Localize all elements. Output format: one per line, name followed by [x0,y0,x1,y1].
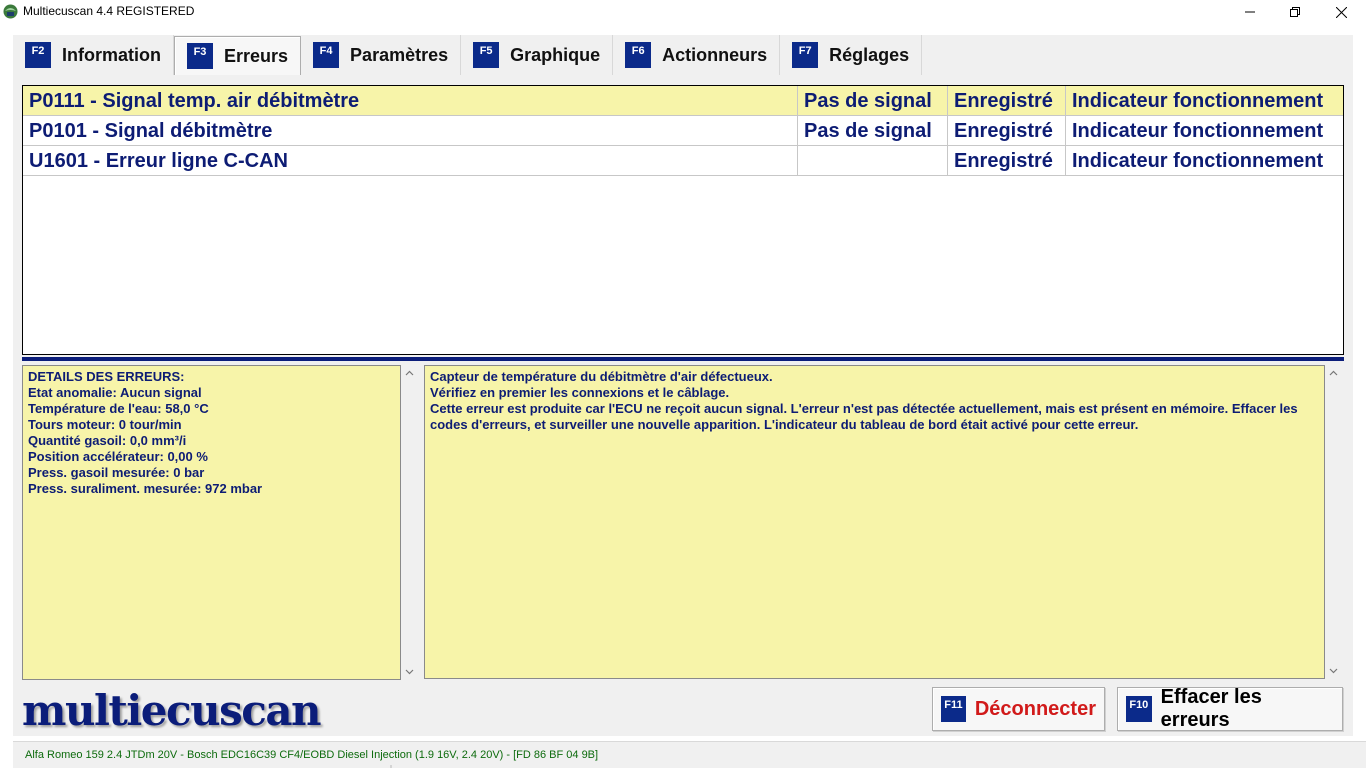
fkey-badge: F6 [625,42,652,68]
fkey-badge: F3 [187,43,213,69]
error-code-cell: U1601 - Erreur ligne C-CAN [23,146,798,176]
details-line: Température de l'eau: 58,0 °C [28,401,209,416]
tab-label: Paramètres [350,44,449,65]
error-signal-cell: Pas de signal [798,86,948,116]
details-heading: DETAILS DES ERREURS: [28,369,185,384]
fkey-badge: F5 [473,42,500,68]
clear-errors-label: Effacer les erreurs [1160,686,1262,731]
description-line: Capteur de température du débitmètre d'a… [430,369,773,384]
description-scrollbar[interactable] [1325,365,1342,679]
description-line: Vérifiez en premier les connexions et le… [430,385,730,400]
error-indicator-cell: Indicateur fonctionnement [1072,120,1324,142]
error-list: P0111 - Signal temp. air débitmètre Pas … [22,85,1344,355]
details-scrollbar[interactable] [401,365,418,680]
restore-button[interactable] [1272,0,1318,24]
tab-label: Information [62,44,161,65]
tab-actionneurs[interactable]: F6 Actionneurs [613,35,781,75]
tab-label: Actionneurs [662,44,768,65]
details-line: Tours moteur: 0 tour/min [28,417,182,432]
disconnect-button[interactable]: F11 Déconnecter [932,687,1105,731]
scroll-up-icon[interactable] [404,368,415,379]
fkey-badge: F2 [25,42,51,68]
close-icon [1335,6,1347,18]
error-status-cell: Enregistré [948,146,1066,176]
details-line: Press. gasoil mesurée: 0 bar [28,465,205,480]
tab-information[interactable]: F2 Information [13,35,174,75]
error-signal-cell [798,146,948,176]
details-line: Press. suraliment. mesurée: 972 mbar [28,481,263,496]
clear-errors-button[interactable]: F10 Effacer les erreurs [1117,686,1343,731]
app-icon [3,4,18,19]
error-indicator-cell: Indicateur fonctionnement [1072,90,1324,112]
error-row[interactable]: P0101 - Signal débitmètre Pas de signal … [23,116,1343,146]
vehicle-status: Alfa Romeo 159 2.4 JTDm 20V - Bosch EDC1… [25,749,599,761]
minimize-button[interactable] [1227,0,1273,24]
details-line: Quantité gasoil: 0,0 mm³/i [28,433,187,448]
error-row[interactable]: P0111 - Signal temp. air débitmètre Pas … [23,86,1343,116]
tab-bar: F2 Information F3 Erreurs F4 Paramètres … [13,35,923,75]
details-line: Etat anomalie: Aucun signal [28,385,202,400]
description-line: Cette erreur est produite car l'ECU ne r… [430,401,1298,432]
tab-erreurs[interactable]: F3 Erreurs [174,36,302,75]
fkey-badge: F4 [313,42,340,68]
title-bar: Multiecuscan 4.4 REGISTERED [0,0,1366,24]
fkey-badge: F7 [792,42,819,68]
fkey-badge: F10 [1126,696,1152,722]
window-title: Multiecuscan 4.4 REGISTERED [23,4,195,18]
scroll-up-icon[interactable] [1328,368,1339,379]
error-code-cell: P0111 - Signal temp. air débitmètre [23,86,798,116]
error-description-panel[interactable]: Capteur de température du débitmètre d'a… [424,365,1325,679]
tab-reglages[interactable]: F7 Réglages [780,35,923,75]
error-code-cell: P0101 - Signal débitmètre [23,116,798,146]
error-status-cell: Enregistré [948,116,1066,146]
scroll-down-icon[interactable] [404,666,415,677]
status-bar: Alfa Romeo 159 2.4 JTDm 20V - Bosch EDC1… [13,741,1366,768]
error-indicator-cell: Indicateur fonctionnement [1072,150,1324,172]
restore-icon [1290,7,1300,17]
tab-label: Erreurs [224,45,289,66]
minimize-icon [1245,11,1255,13]
tab-label: Graphique [510,44,601,65]
error-signal-cell: Pas de signal [798,116,948,146]
tab-label: Réglages [829,44,910,65]
error-details-panel[interactable]: DETAILS DES ERREURS: Etat anomalie: Aucu… [22,365,401,680]
details-line: Position accélérateur: 0,00 % [28,449,208,464]
tab-parametres[interactable]: F4 Paramètres [301,35,462,75]
multiecuscan-logo: multiecuscan [22,686,322,735]
error-row[interactable]: U1601 - Erreur ligne C-CAN Enregistré In… [23,146,1343,176]
tab-graphique[interactable]: F5 Graphique [461,35,614,75]
error-status-cell: Enregistré [948,86,1066,116]
splitter[interactable] [22,357,1344,361]
close-button[interactable] [1318,0,1364,24]
scroll-down-icon[interactable] [1328,665,1339,676]
fkey-badge: F11 [941,696,966,722]
disconnect-label: Déconnecter [974,697,1096,720]
